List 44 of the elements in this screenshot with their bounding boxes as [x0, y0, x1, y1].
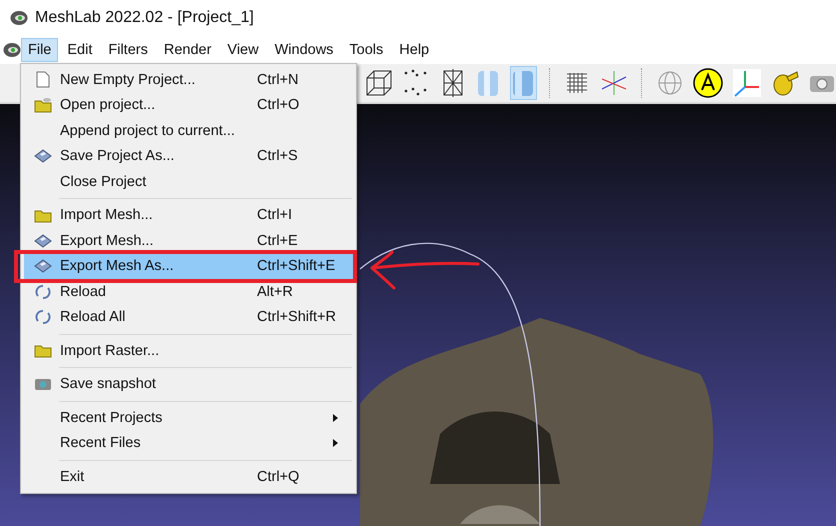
- menu-bar-item[interactable]: Help: [392, 38, 436, 62]
- folder-icon: [34, 343, 52, 358]
- submenu-arrow-icon: [333, 439, 338, 448]
- axes-icon: [600, 69, 628, 97]
- menu-bar-item[interactable]: Filters: [101, 38, 155, 62]
- camera-icon: [34, 377, 52, 392]
- axis-button[interactable]: [732, 66, 762, 100]
- menu-item[interactable]: Recent Files: [24, 430, 353, 456]
- folder-icon: [34, 97, 52, 114]
- letter-circle-icon: [692, 68, 723, 98]
- menu-item[interactable]: Import Raster...: [24, 338, 353, 364]
- menu-bar-item[interactable]: Edit: [60, 38, 100, 62]
- menu-item[interactable]: Reload All Ctrl+Shift+R: [24, 304, 353, 330]
- submenu-arrow-icon: [333, 414, 338, 422]
- menu-bar-item[interactable]: Render: [156, 38, 218, 62]
- wireframe-mesh-icon: [441, 68, 466, 98]
- flat-cylinder-icon: [476, 68, 500, 98]
- menu-bar-item[interactable]: Windows: [268, 38, 340, 62]
- app-menu-icon: [3, 42, 21, 58]
- menu-item[interactable]: Append project to current...: [24, 118, 353, 144]
- menu-item[interactable]: Export Mesh... Ctrl+E: [24, 228, 353, 254]
- menu-item[interactable]: Import Mesh... Ctrl+I: [24, 202, 353, 228]
- app-logo-icon: [10, 10, 28, 26]
- window-title: MeshLab 2022.02 - [Project_1]: [35, 9, 254, 27]
- sphere-icon: [656, 70, 683, 96]
- menu-item[interactable]: Recent Projects: [24, 405, 353, 430]
- reload-icon: [35, 284, 51, 300]
- menu-bar-item[interactable]: View: [220, 38, 266, 62]
- folder-icon: [34, 208, 52, 223]
- menu-item[interactable]: Reload Alt+R: [24, 279, 353, 304]
- menu-bar-item[interactable]: File: [21, 38, 58, 62]
- menu-item[interactable]: Save Project As... Ctrl+S: [24, 144, 353, 169]
- menu-item[interactable]: Open project... Ctrl+O: [24, 92, 353, 118]
- menu-item[interactable]: Exit Ctrl+Q: [24, 464, 353, 490]
- wireframe-cube-icon: [365, 69, 393, 97]
- smooth-cylinder-icon: [511, 68, 536, 98]
- menu-bar-item[interactable]: Tools: [342, 38, 390, 62]
- annotation-button[interactable]: [692, 66, 724, 100]
- reload-icon: [35, 309, 51, 326]
- menu-item[interactable]: Close Project: [24, 169, 353, 194]
- blank-page-icon: [36, 71, 50, 88]
- axis-corner-icon: [732, 69, 761, 97]
- menu-item[interactable]: Save snapshot: [24, 372, 353, 397]
- tape-measure-icon: [770, 69, 799, 97]
